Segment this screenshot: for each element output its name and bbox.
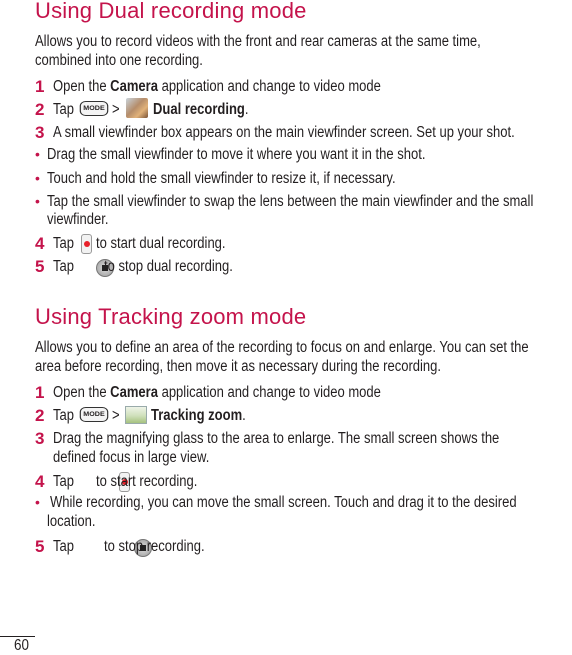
intro-line: combined into one recording. [35, 52, 203, 69]
separator: > [112, 407, 120, 424]
step-text: Tap [53, 473, 74, 490]
mode-button-icon: MODE [79, 407, 109, 422]
step-text-part: application and change to video mode [157, 78, 381, 95]
step-number: 5 [35, 537, 45, 556]
step-text: Tap [53, 407, 74, 424]
intro-line: area before recording, then move it as n… [35, 358, 442, 375]
dual-recording-icon [126, 98, 148, 118]
section-title-tracking-zoom: Using Tracking zoom mode [35, 304, 307, 329]
step-text-part: application and change to video mode [157, 384, 381, 401]
tracking-zoom-icon [125, 406, 147, 424]
bullet-text: Touch and hold the small viewfinder to r… [47, 170, 396, 187]
separator: > [112, 101, 120, 118]
intro-line: Allows you to record videos with the fro… [35, 33, 481, 50]
step-text: Open the Camera application and change t… [53, 384, 381, 402]
step-text: to start dual recording. [96, 235, 226, 252]
bullet-text: Tap the small viewfinder to swap the len… [47, 193, 534, 210]
step-number: 3 [35, 429, 45, 448]
step-number: 5 [35, 257, 45, 276]
step-number: 2 [35, 100, 45, 119]
step-text-part: Open the [53, 384, 111, 401]
step-text: Tap [53, 258, 74, 275]
step-text: A small viewfinder box appears on the ma… [53, 124, 515, 141]
step-number: 4 [35, 234, 45, 253]
bullet-icon: • [35, 193, 40, 209]
mode-name: Dual recording [153, 101, 245, 118]
step-number: 4 [35, 472, 45, 491]
mode-button-icon: MODE [79, 101, 109, 116]
step-text: to start recording. [96, 473, 198, 490]
step-text: Tracking zoom. [151, 407, 246, 425]
bullet-icon: • [35, 170, 40, 186]
bullet-icon: • [35, 146, 40, 162]
app-name: Camera [110, 78, 158, 95]
record-button-icon [81, 234, 92, 254]
step-number: 1 [35, 77, 45, 96]
mode-name: Tracking zoom [151, 407, 243, 424]
step-text: Dual recording. [153, 101, 249, 119]
step-text: to stop dual recording. [104, 258, 233, 275]
step-number: 3 [35, 123, 45, 142]
page-number: 60 [14, 637, 29, 654]
step-text-part: . [242, 407, 246, 424]
step-text-part: Open the [53, 78, 111, 95]
step-number: 2 [35, 406, 45, 425]
bullet-text: viewfinder. [47, 211, 109, 228]
bullet-text: While recording, you can move the small … [50, 494, 517, 511]
bullet-icon: • [35, 494, 40, 510]
step-text: Tap [53, 538, 74, 555]
bullet-text: location. [47, 513, 96, 530]
step-text: Open the Camera application and change t… [53, 78, 381, 96]
step-text: to stop recording. [104, 538, 205, 555]
step-text: Tap [53, 235, 74, 252]
intro-line: Allows you to define an area of the reco… [35, 339, 529, 356]
step-text: defined focus in large view. [53, 449, 210, 466]
step-text: Drag the magnifying glass to the area to… [53, 430, 500, 447]
section-title-dual-recording: Using Dual recording mode [35, 0, 307, 23]
step-text-part: . [244, 101, 249, 118]
step-number: 1 [35, 383, 45, 402]
bullet-text: Drag the small viewfinder to move it whe… [47, 146, 426, 163]
app-name: Camera [110, 384, 158, 401]
step-text: Tap [53, 101, 74, 118]
